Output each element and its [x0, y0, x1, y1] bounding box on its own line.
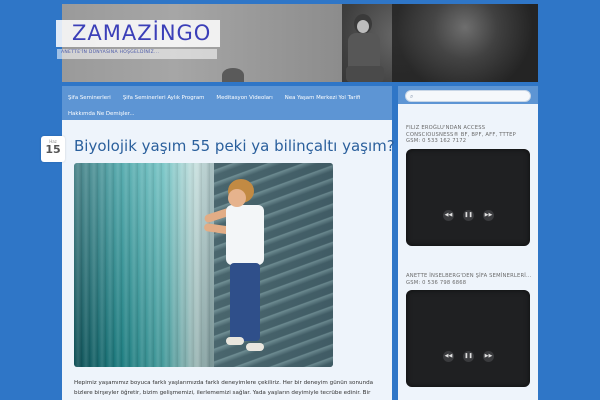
site-tagline: ANETTE'İN DÜNYASINA HOŞGELDİNİZ...	[61, 50, 160, 55]
post-featured-image[interactable]	[74, 163, 333, 367]
nav-item-yol-tarifi[interactable]: Nea Yaşam Merkezi Yol Tarifi	[285, 95, 361, 101]
nav-item-sifa-seminerleri[interactable]: Şifa Seminerleri	[68, 95, 111, 101]
rewind-icon[interactable]: ◀◀	[443, 351, 454, 362]
main-navigation: Şifa Seminerleri Şifa Seminerleri Aylık …	[62, 86, 392, 120]
pause-icon[interactable]: ❚❚	[463, 210, 474, 221]
post-date-badge: Haz 15	[41, 136, 65, 162]
video-player-1[interactable]: ◀◀ ❚❚ ▶▶	[406, 149, 530, 246]
site-title[interactable]: ZAMAZİNGO	[72, 20, 211, 47]
video-player-2[interactable]: ◀◀ ❚❚ ▶▶	[406, 290, 530, 387]
nav-row-1: Şifa Seminerleri Şifa Seminerleri Aylık …	[68, 91, 386, 104]
fast-forward-icon[interactable]: ▶▶	[483, 351, 494, 362]
search-input[interactable]: ⌕	[405, 90, 531, 102]
widget-title-access-consciousness: FILIZ EROĞLU'NDAN ACCESS CONSCIOUSNESS® …	[406, 125, 516, 144]
nav-item-aylik-program[interactable]: Şifa Seminerleri Aylık Program	[123, 95, 205, 101]
image-aquarium-wall	[74, 163, 214, 367]
header-photo-rock	[222, 68, 244, 82]
site-tagline-box: ANETTE'İN DÜNYASINA HOŞGELDİNİZ...	[57, 49, 217, 59]
rewind-icon[interactable]: ◀◀	[443, 210, 454, 221]
header-photo-tree	[392, 4, 538, 82]
post-title[interactable]: Biyolojik yaşım 55 peki ya bilinçaltı ya…	[74, 137, 395, 155]
post-excerpt: Hepimiz yaşamımız boyuca farklı yaşlarım…	[74, 380, 374, 396]
pause-icon[interactable]: ❚❚	[463, 351, 474, 362]
nav-item-hakkimda[interactable]: Hakkımda Ne Demişler...	[68, 111, 135, 117]
post-date-day: 15	[45, 143, 61, 156]
nav-row-2: Hakkımda Ne Demişler...	[68, 107, 386, 120]
fast-forward-icon[interactable]: ▶▶	[483, 210, 494, 221]
search-icon: ⌕	[410, 93, 414, 100]
widget-title-sifa-seminerleri: ANETTE İNSELBERG'DEN ŞİFA SEMİNERLERİ...…	[406, 273, 532, 286]
image-child-figure	[203, 179, 274, 355]
nav-item-meditasyon-videolari[interactable]: Meditasyon Videoları	[216, 95, 272, 101]
header-photo-person	[344, 14, 384, 82]
